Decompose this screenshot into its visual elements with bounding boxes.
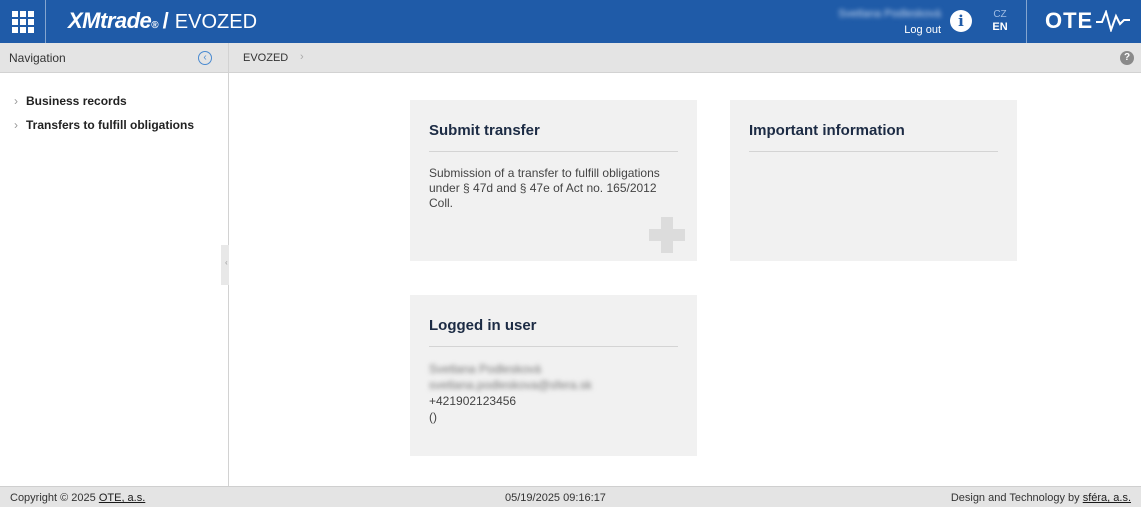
ote-logo-text: OTE bbox=[1045, 8, 1094, 33]
lang-cz-option[interactable]: CZ bbox=[990, 8, 1010, 21]
app-name: EVOZED bbox=[174, 11, 258, 33]
header-divider bbox=[45, 0, 46, 43]
user-full-name: Svetlana Podlesková bbox=[429, 362, 542, 376]
collapse-arrow-icon: ‹ bbox=[225, 258, 228, 267]
ote-logo: OTE bbox=[1045, 8, 1131, 34]
card-title: Important information bbox=[749, 122, 905, 139]
design-credit: Design and Technology by sféra, a.s. bbox=[951, 492, 1131, 504]
lang-en-option[interactable]: EN bbox=[990, 21, 1010, 34]
server-datetime: 05/19/2025 09:16:17 bbox=[505, 492, 606, 504]
card-divider bbox=[749, 151, 998, 152]
important-information-card: Important information bbox=[730, 100, 1017, 261]
breadcrumb-item-evozed[interactable]: EVOZED bbox=[243, 52, 288, 64]
pulse-wave-icon bbox=[1096, 10, 1131, 32]
sidebar-item-label: Transfers to fulfill obligations bbox=[26, 118, 195, 132]
sfera-link[interactable]: sféra, a.s. bbox=[1083, 492, 1131, 504]
breadcrumb: EVOZED › ? bbox=[229, 43, 1141, 73]
breadcrumb-separator: › bbox=[300, 51, 304, 63]
card-divider bbox=[429, 151, 678, 152]
xmtrade-logo: XMtrade ® / EVOZED bbox=[68, 8, 257, 36]
user-block: Svetlana Podlesková Log out bbox=[838, 6, 941, 36]
ote-link[interactable]: OTE, a.s. bbox=[99, 492, 145, 504]
chevron-right-icon: › bbox=[14, 118, 18, 132]
logout-link[interactable]: Log out bbox=[838, 24, 941, 36]
logged-in-user-card: Logged in user Svetlana Podlesková svetl… bbox=[410, 295, 697, 456]
copyright: Copyright © 2025 OTE, a.s. bbox=[10, 492, 145, 504]
app-grid-menu-button[interactable] bbox=[10, 9, 34, 33]
grid-icon bbox=[12, 11, 18, 17]
card-title: Submit transfer bbox=[429, 122, 540, 139]
chevron-right-icon: › bbox=[14, 94, 18, 108]
sidebar-item-label: Business records bbox=[26, 94, 127, 108]
card-description: Submission of a transfer to fulfill obli… bbox=[429, 166, 660, 210]
user-phone: +421902123456 bbox=[429, 394, 517, 408]
logo-separator: / bbox=[162, 8, 169, 33]
logo-registered-mark: ® bbox=[151, 20, 159, 31]
user-details: Svetlana Podlesková svetlana.podleskova@… bbox=[429, 361, 592, 425]
plus-icon bbox=[649, 217, 685, 253]
user-extra: () bbox=[429, 410, 437, 424]
sidebar-item-transfers[interactable]: › Transfers to fulfill obligations bbox=[14, 118, 194, 132]
sidebar-item-business-records[interactable]: › Business records bbox=[14, 94, 127, 108]
help-icon[interactable]: ? bbox=[1120, 51, 1134, 65]
navigation-title: Navigation bbox=[9, 51, 66, 65]
main-content: Submit transfer Submission of a transfer… bbox=[229, 73, 1141, 486]
user-email: svetlana.podleskova@sfera.sk bbox=[429, 378, 592, 392]
info-icon[interactable]: i bbox=[950, 10, 972, 32]
card-title: Logged in user bbox=[429, 317, 537, 334]
footer: Copyright © 2025 OTE, a.s. 05/19/2025 09… bbox=[0, 486, 1141, 507]
design-prefix: Design and Technology by bbox=[950, 492, 1083, 504]
language-switcher: CZ EN bbox=[990, 8, 1010, 34]
header-user-name: Svetlana Podlesková bbox=[838, 8, 941, 20]
header-divider bbox=[1026, 0, 1027, 43]
top-header-bar: XMtrade ® / EVOZED Svetlana Podlesková L… bbox=[0, 0, 1141, 43]
submit-transfer-card[interactable]: Submit transfer Submission of a transfer… bbox=[410, 100, 697, 261]
sidebar-navigation: › Business records › Transfers to fulfill … bbox=[0, 73, 229, 486]
copyright-prefix: Copyright © 2025 bbox=[10, 492, 99, 504]
navigation-header: Navigation ‹ bbox=[0, 43, 229, 73]
chevron-left-circle-icon[interactable]: ‹ bbox=[198, 51, 212, 65]
logo-brand-text: XMtrade bbox=[68, 8, 152, 33]
card-divider bbox=[429, 346, 678, 347]
